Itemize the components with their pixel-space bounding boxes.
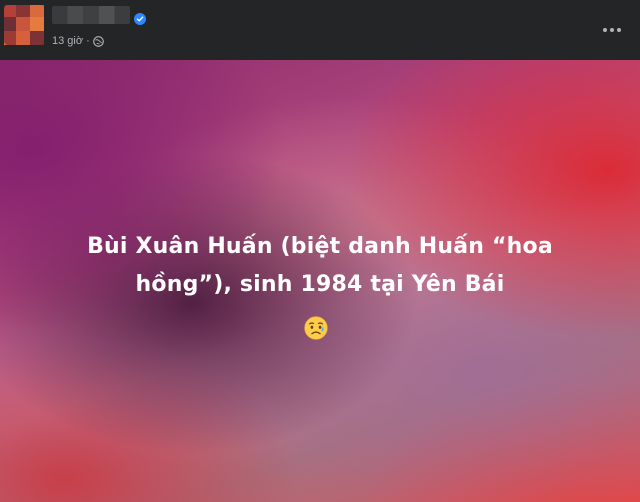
author-name-blurred[interactable] (52, 6, 130, 24)
more-horizontal-icon (603, 28, 607, 32)
post-header: 13 giờ · (0, 0, 640, 60)
meta-separator: · (86, 35, 90, 47)
avatar[interactable] (4, 5, 44, 45)
globe-icon[interactable] (92, 35, 104, 47)
post-timestamp[interactable]: 13 giờ (52, 35, 83, 47)
more-options-button[interactable] (594, 16, 630, 44)
more-dot (610, 28, 614, 32)
facebook-post: 13 giờ · Bùi Xuân Huấn (biệt danh Huấn “… (0, 0, 640, 502)
sad-but-relieved-face-icon (304, 316, 328, 340)
more-dot (617, 28, 621, 32)
post-background-panel[interactable]: Bùi Xuân Huấn (biệt danh Huấn “hoa hồng”… (0, 60, 640, 502)
post-meta: 13 giờ · (52, 34, 104, 48)
post-text: Bùi Xuân Huấn (biệt danh Huấn “hoa hồng”… (87, 234, 553, 297)
verified-badge-icon (134, 13, 146, 25)
